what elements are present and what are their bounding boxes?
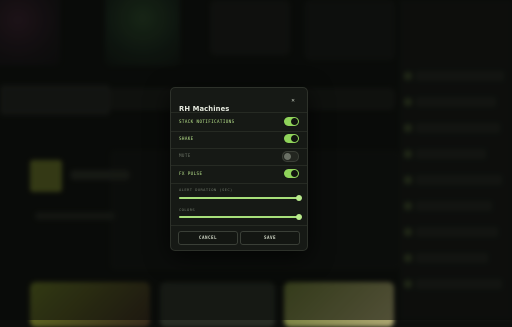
toggle-label: STACK NOTIFICATIONS [179,119,235,124]
toggle-knob [284,153,291,160]
toggle-label: SHAKE [179,136,194,141]
toggle-row-shake: SHAKE [179,132,299,146]
toggle-knob [291,118,298,125]
slider-thumb[interactable] [296,195,302,201]
stack-notifications-toggle[interactable] [284,117,299,126]
alert-duration-label: ALERT DURATION (SEC) [179,187,233,192]
toggle-row-mute: MUTE [179,149,299,163]
divider [171,183,307,184]
toggle-row-stack-notifications: STACK NOTIFICATIONS [179,115,299,129]
colors-label: COLORS [179,207,196,212]
slider-fill [179,216,299,218]
slider-thumb[interactable] [296,214,302,220]
toggle-label: MUTE [179,153,191,158]
toggle-knob [291,135,298,142]
slider-fill [179,197,299,199]
save-button[interactable]: SAVE [240,231,300,245]
colors-slider[interactable] [179,214,302,220]
shake-toggle[interactable] [284,134,299,143]
close-icon[interactable]: ✕ [289,97,297,105]
cancel-button[interactable]: CANCEL [178,231,238,245]
fx-pulse-toggle[interactable] [284,169,299,178]
settings-modal: RH Machines ✕ STACK NOTIFICATIONS SHAKE … [170,87,308,251]
toggle-label: FX PULSE [179,171,203,176]
divider [171,112,307,113]
alert-duration-slider[interactable] [179,195,302,201]
mute-toggle[interactable] [282,151,299,162]
modal-header: RH Machines ✕ [179,96,299,113]
toggle-knob [291,170,298,177]
divider [171,165,307,166]
divider [171,225,307,226]
toggle-row-fx-pulse: FX PULSE [179,167,299,181]
